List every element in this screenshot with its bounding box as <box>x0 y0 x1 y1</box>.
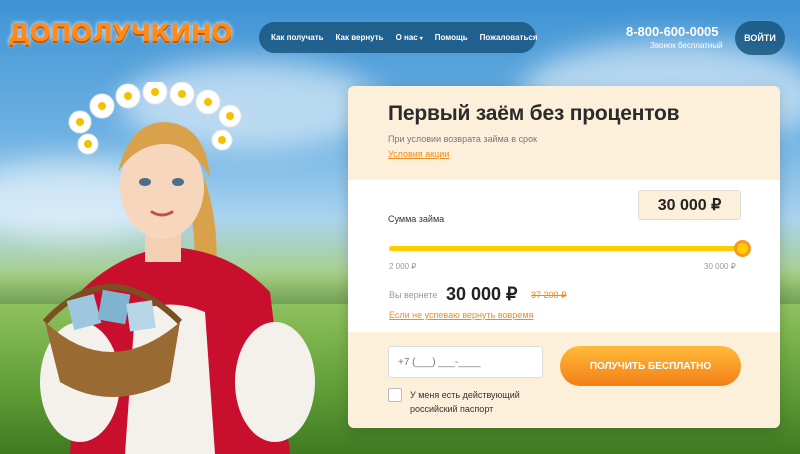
nav-how-to-get[interactable]: Как получать <box>271 33 324 42</box>
main-nav: Как получать Как вернуть О нас ▾ Помощь П… <box>259 22 538 53</box>
nav-complain[interactable]: Пожаловаться <box>480 33 538 42</box>
return-old-value: 37 200 ₽ <box>531 290 567 300</box>
slider-handle[interactable] <box>734 240 751 257</box>
hero-girl-illustration <box>40 82 315 454</box>
card-header: Первый заём без процентов При условии во… <box>348 86 780 180</box>
return-label: Вы вернете <box>389 290 438 300</box>
slider-max-label: 30 000 ₽ <box>704 262 736 271</box>
passport-label: У меня есть действующий российский паспо… <box>410 390 520 414</box>
application-form: ПОЛУЧИТЬ БЕСПЛАТНО У меня есть действующ… <box>348 332 780 428</box>
sum-value-field[interactable]: 30 000 ₽ <box>638 190 741 220</box>
slider-min-label: 2 000 ₽ <box>389 262 417 271</box>
cant-return-link[interactable]: Если не успеваю вернуть вовремя <box>389 310 533 320</box>
slider-fill <box>389 246 742 251</box>
get-free-button[interactable]: ПОЛУЧИТЬ БЕСПЛАТНО <box>560 346 741 386</box>
loan-card: Первый заём без процентов При условии во… <box>348 86 780 428</box>
chevron-down-icon: ▾ <box>419 36 423 42</box>
card-title: Первый заём без процентов <box>388 102 680 125</box>
site-logo[interactable]: ДОПОЛУЧКИНО <box>8 18 232 47</box>
sum-label: Сумма займа <box>388 214 445 224</box>
nav-help[interactable]: Помощь <box>435 33 468 42</box>
phone-input[interactable] <box>388 346 543 378</box>
promo-terms-link[interactable]: Условия акции <box>388 149 449 159</box>
passport-checkbox[interactable] <box>388 388 402 402</box>
amount-slider[interactable] <box>389 240 751 257</box>
phone-number[interactable]: 8-800-600-0005 <box>626 24 719 39</box>
return-value: 30 000 ₽ <box>446 284 518 304</box>
loan-calculator: Сумма займа 30 000 ₽ 2 000 ₽ 30 000 ₽ Вы… <box>348 180 780 332</box>
nav-about[interactable]: О нас ▾ <box>396 33 423 42</box>
login-button[interactable]: ВОЙТИ <box>735 21 785 55</box>
nav-about-label: О нас <box>395 33 418 42</box>
phone-note: Звонок бесплатный <box>650 41 723 50</box>
card-subtitle: При условии возврата займа в срок <box>388 134 538 144</box>
nav-how-to-return[interactable]: Как вернуть <box>336 33 384 42</box>
